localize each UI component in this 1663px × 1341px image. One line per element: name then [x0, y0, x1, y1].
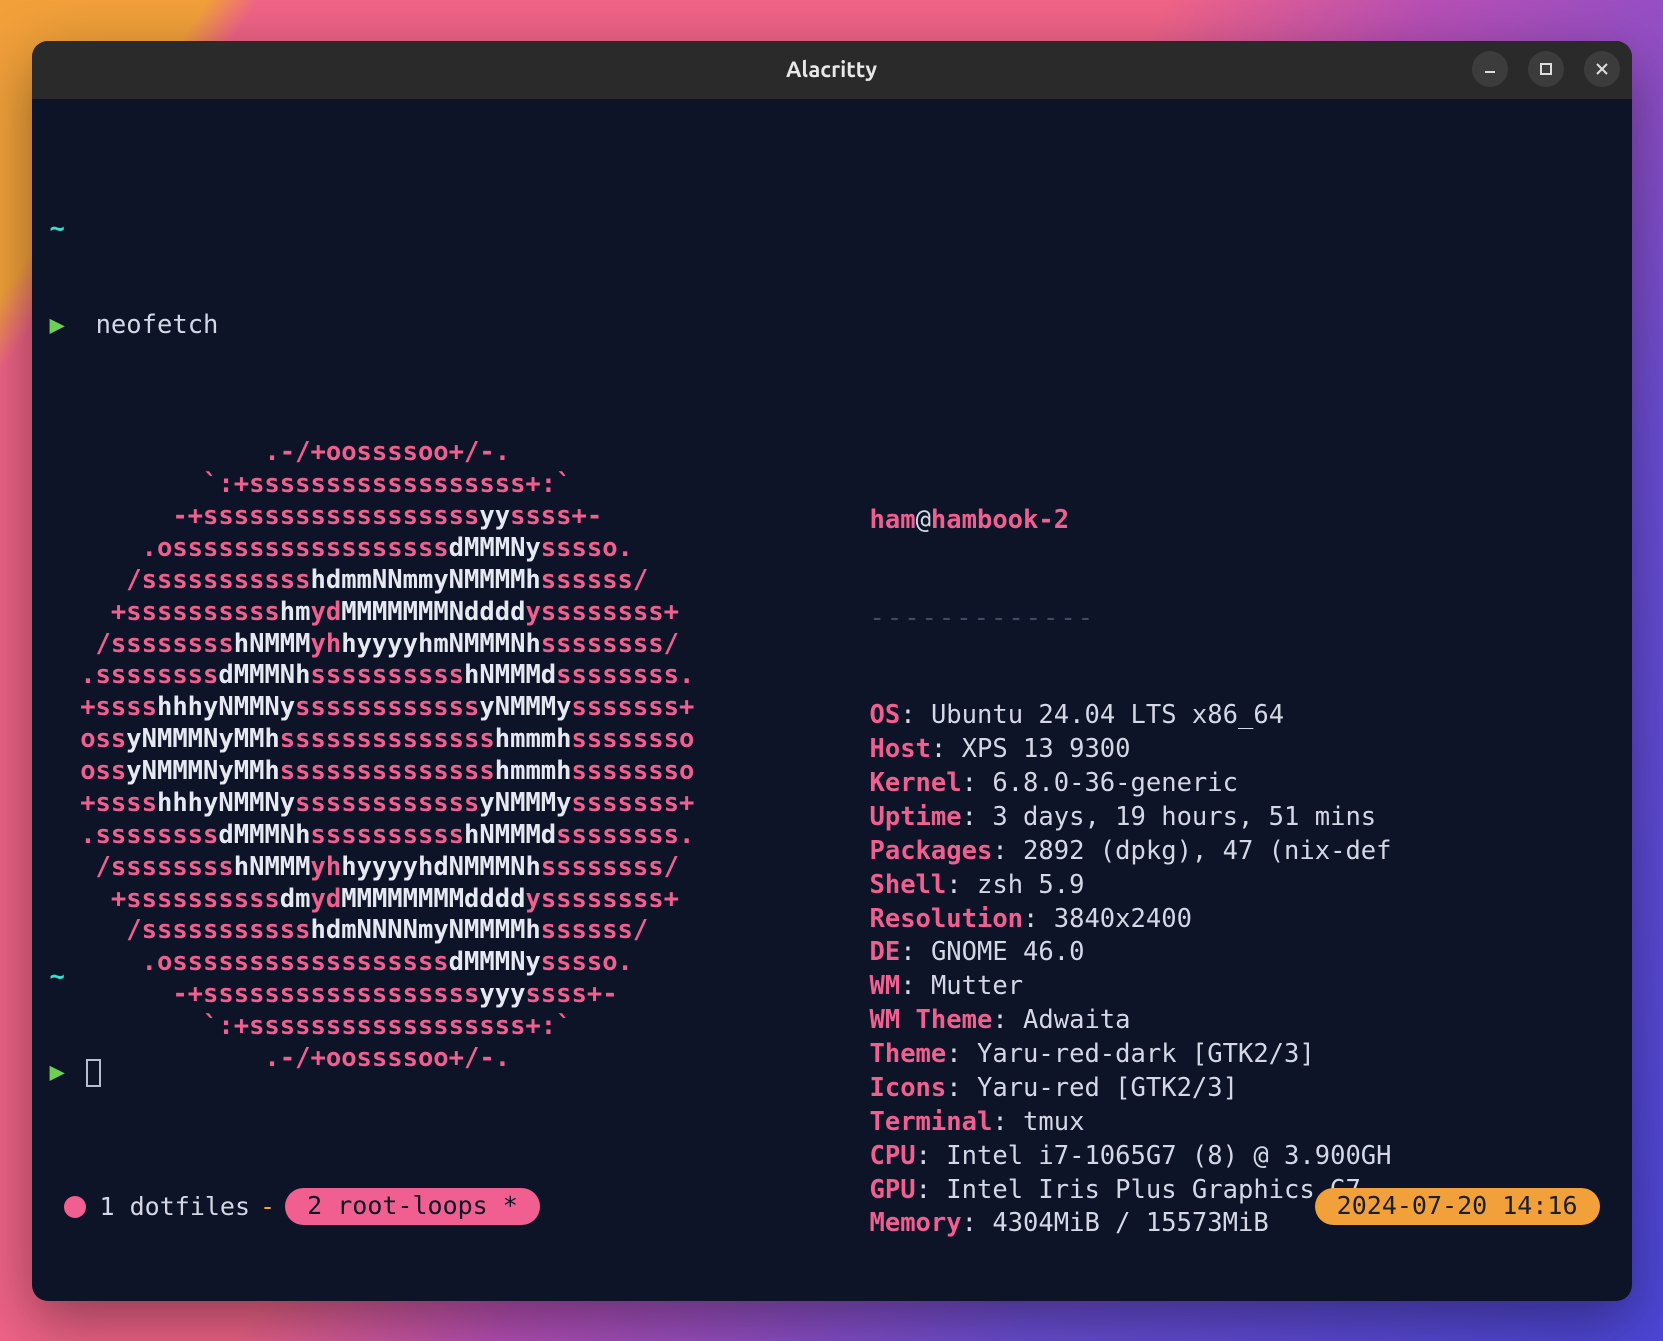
info-key: Packages — [870, 836, 993, 866]
info-value: Ubuntu 24.04 LTS x86_64 — [931, 700, 1284, 730]
prompt-line-tilde-2: ~ — [50, 962, 1614, 994]
logo-line: /sssssssshNMMMyhhyyyyhdNMMMNhssssssss/ — [50, 852, 870, 884]
info-value: 6.8.0-36-generic — [992, 768, 1238, 798]
logo-line: ossyNMMMNyMMhsssssssssssssshmmmhssssssso — [50, 724, 870, 756]
logo-line: +sssshhhyNMMNyssssssssssssyNMMMysssssss+ — [50, 788, 870, 820]
logo-line: /sssssssshNMMMyhhyyyyhmNMMMNhssssssss/ — [50, 629, 870, 661]
logo-line: .ssssssssdMMMNhsssssssssshNMMMdssssssss. — [50, 660, 870, 692]
info-key: Uptime — [870, 802, 962, 832]
logo-line: +sssshhhyNMMNyssssssssssssyNMMMysssssss+ — [50, 692, 870, 724]
at-separator: @ — [916, 505, 931, 535]
maximize-icon — [1538, 61, 1554, 77]
info-key: Shell — [870, 870, 947, 900]
info-key: Host — [870, 734, 931, 764]
logo-line: .-/+oossssoo+/-. — [50, 437, 870, 469]
minimize-button[interactable] — [1472, 51, 1508, 87]
info-line: OS: Ubuntu 24.04 LTS x86_64 — [870, 700, 1614, 732]
info-line: Uptime: 3 days, 19 hours, 51 mins — [870, 802, 1614, 834]
terminal-content[interactable]: ~ ▶ neofetch .-/+oossssoo+/-. `:+sssssss… — [32, 99, 1632, 1301]
prompt-arrow-icon: ▶ — [50, 310, 65, 340]
info-line: Kernel: 6.8.0-36-generic — [870, 768, 1614, 800]
username: ham — [870, 505, 916, 535]
logo-line: +sssssssssshmydMMMMMMMNddddyssssssss+ — [50, 597, 870, 629]
tmux-clock: 2024-07-20 14:16 — [1315, 1188, 1600, 1225]
close-button[interactable] — [1584, 51, 1620, 87]
titlebar: Alacritty — [32, 41, 1632, 99]
hostname: hambook-2 — [931, 505, 1069, 535]
tab-name: dotfiles — [130, 1192, 250, 1221]
terminal-window: Alacritty ~ ▶ neofetch .-/+oossssoo+/-. … — [32, 41, 1632, 1301]
tmux-session-indicator-icon — [64, 1196, 86, 1218]
user-host-line: ham@hambook-2 — [870, 505, 1614, 537]
tmux-tab-1[interactable]: 1 dotfiles — [100, 1191, 251, 1222]
close-icon — [1594, 61, 1610, 77]
minimize-icon — [1482, 61, 1498, 77]
command-text: neofetch — [96, 310, 219, 340]
separator-line: ------------- — [870, 603, 1614, 635]
window-controls — [1472, 51, 1620, 87]
info-line: Host: XPS 13 9300 — [870, 734, 1614, 766]
prompt-tilde: ~ — [50, 962, 65, 992]
info-line: Shell: zsh 5.9 — [870, 870, 1614, 902]
cursor — [86, 1059, 101, 1087]
info-value: 3 days, 19 hours, 51 mins — [992, 802, 1376, 832]
tmux-tab-2-active[interactable]: 2 root-loops * — [285, 1188, 540, 1225]
prompt-arrow-icon: ▶ — [50, 1057, 65, 1087]
logo-line: .ssssssssdMMMNhsssssssssshNMMMdssssssss. — [50, 820, 870, 852]
prompt-line-1: ~ — [50, 214, 1614, 246]
info-key: OS — [870, 700, 901, 730]
window-title: Alacritty — [32, 57, 1632, 82]
logo-line: -+ssssssssssssssssssyyssss+- — [50, 501, 870, 533]
tmux-status-bar: 1 dotfiles - 2 root-loops * 2024-07-20 1… — [50, 1185, 1614, 1229]
maximize-button[interactable] — [1528, 51, 1564, 87]
info-key: Kernel — [870, 768, 962, 798]
info-value: XPS 13 9300 — [962, 734, 1131, 764]
logo-line: `:+ssssssssssssssssss+:` — [50, 469, 870, 501]
logo-line: ossyNMMMNyMMhsssssssssssssshmmmhssssssso — [50, 756, 870, 788]
logo-line: /ssssssssssshdmmNNmmyNMMMMhssssss/ — [50, 565, 870, 597]
logo-line: .ossssssssssssssssssdMMMNysssso. — [50, 533, 870, 565]
tab-index: 1 — [100, 1192, 115, 1221]
prompt-tilde: ~ — [50, 214, 65, 244]
prompt-line-2: ▶ neofetch — [50, 310, 1614, 342]
tab-separator: - — [260, 1191, 275, 1222]
info-value: 2892 (dpkg), 47 (nix-def — [1023, 836, 1391, 866]
info-line: Packages: 2892 (dpkg), 47 (nix-def — [870, 836, 1614, 868]
prompt-line-cursor: ▶ — [50, 1057, 1614, 1089]
info-value: zsh 5.9 — [977, 870, 1084, 900]
